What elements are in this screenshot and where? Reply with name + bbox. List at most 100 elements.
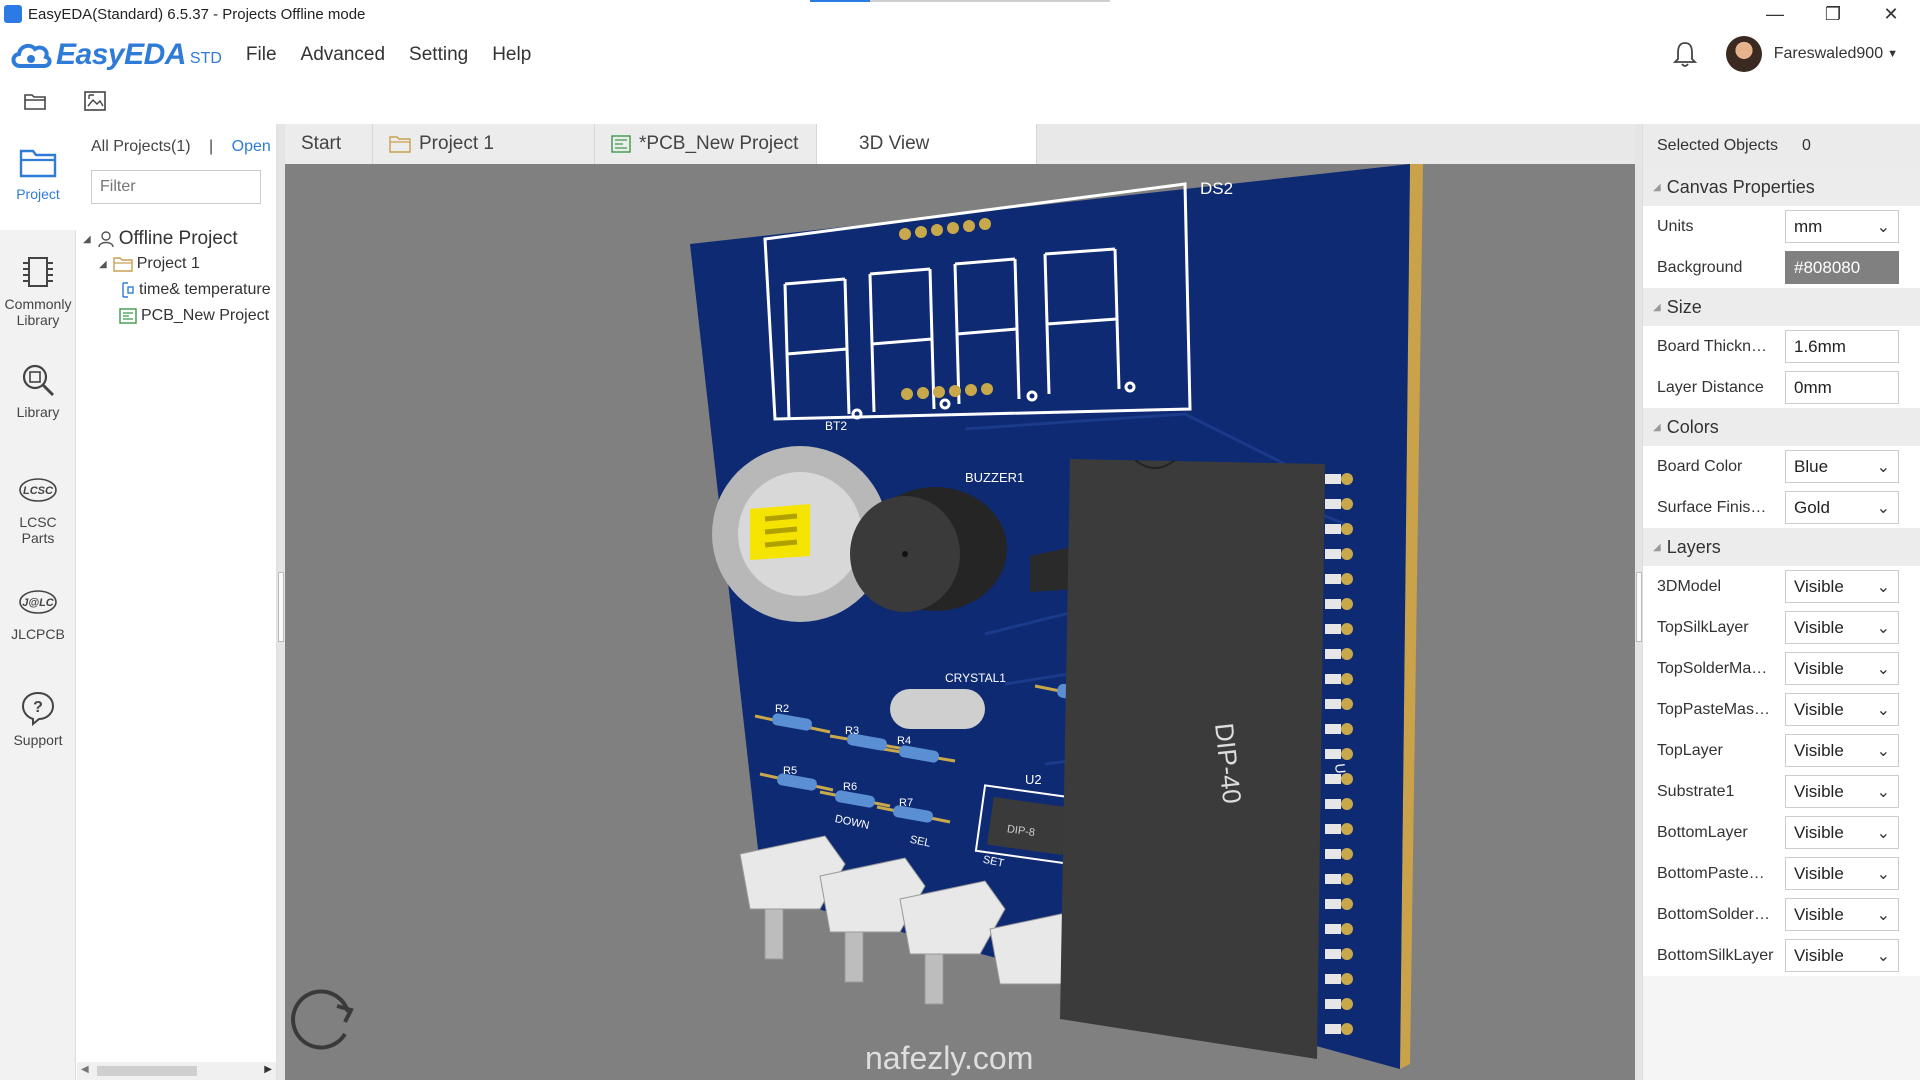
left-rail: Project Commonly Library Library LCSC LC… — [0, 124, 76, 1080]
image-export-icon[interactable] — [82, 88, 108, 114]
chevron-down-icon[interactable]: ⌄ — [1877, 659, 1890, 679]
jlc-mark: J@LC — [22, 597, 55, 609]
avatar[interactable] — [1725, 36, 1762, 72]
chevron-down-icon[interactable]: ⌄ — [1877, 823, 1890, 843]
property-select[interactable]: Visible ⌄ — [1785, 570, 1899, 603]
splitter-grip[interactable] — [278, 572, 284, 642]
reset-view-icon[interactable] — [291, 989, 354, 1050]
property-value: Visible — [1794, 740, 1844, 760]
tree-offline-project[interactable]: ◢ Offline Project — [83, 228, 275, 250]
chevron-down-icon[interactable]: ⌄ — [1877, 741, 1890, 761]
menu-bar: EasyEDA STD File Advanced Setting Help F… — [0, 30, 1920, 80]
collapse-caret-icon[interactable]: ◢ — [1653, 182, 1661, 193]
project-panel-scrollbar[interactable]: ◀ ▶ — [77, 1062, 276, 1080]
scroll-left-icon[interactable]: ◀ — [81, 1064, 89, 1075]
section-colors[interactable]: ◢ Colors — [1643, 408, 1920, 446]
property-select[interactable]: Visible ⌄ — [1785, 939, 1899, 972]
folder-icon — [18, 142, 58, 182]
close-button[interactable]: ✕ — [1862, 0, 1920, 28]
tab-3d-view[interactable]: 3D View — [817, 124, 1037, 164]
bell-icon[interactable] — [1672, 40, 1698, 68]
tab-start[interactable]: Start — [285, 124, 373, 164]
minimize-button[interactable]: — — [1746, 0, 1804, 28]
property-select[interactable]: mm ⌄ — [1785, 210, 1899, 243]
chevron-down-icon[interactable]: ▼ — [1887, 48, 1898, 60]
property-select[interactable]: Visible ⌄ — [1785, 611, 1899, 644]
menu-advanced[interactable]: Advanced — [301, 44, 386, 66]
filter-input[interactable] — [91, 170, 261, 204]
ic-u1-dip40[interactable] — [1060, 459, 1325, 1059]
open-folder-icon[interactable] — [22, 88, 48, 114]
property-select[interactable]: Visible ⌄ — [1785, 693, 1899, 726]
tree-offline-project-label: Offline Project — [118, 228, 238, 249]
property-label: BottomSilkLayer — [1657, 946, 1774, 964]
color-picker[interactable]: #808080 — [1785, 251, 1899, 284]
property-value: Visible — [1794, 576, 1844, 596]
rail-commonly-library[interactable]: Commonly Library — [0, 252, 76, 342]
property-select[interactable]: Visible ⌄ — [1785, 898, 1899, 931]
chevron-down-icon[interactable]: ⌄ — [1877, 577, 1890, 597]
property-row: BottomSilkLayer Visible ⌄ — [1643, 935, 1920, 976]
property-select[interactable]: Visible ⌄ — [1785, 857, 1899, 890]
left-splitter[interactable] — [277, 124, 285, 1080]
section-size[interactable]: ◢ Size — [1643, 288, 1920, 326]
rail-library[interactable]: Library — [0, 360, 76, 440]
property-value: Visible — [1794, 699, 1844, 719]
tree-project-1-label: Project 1 — [136, 255, 200, 272]
tab-project-1[interactable]: Project 1 — [373, 124, 595, 164]
property-value: Visible — [1794, 658, 1844, 678]
property-select[interactable]: Gold ⌄ — [1785, 491, 1899, 524]
rail-commonly-library-label: Commonly Library — [4, 296, 72, 328]
all-projects-tab[interactable]: All Projects(1) — [91, 138, 191, 155]
property-select[interactable]: Blue ⌄ — [1785, 450, 1899, 483]
tree-file-schematic[interactable]: time& temperature — [119, 281, 275, 299]
tree-project-1[interactable]: ◢ Project 1 — [99, 255, 275, 273]
collapse-caret-icon[interactable]: ◢ — [1653, 302, 1661, 313]
property-select[interactable]: Visible ⌄ — [1785, 652, 1899, 685]
watermark: nafezly.com — [865, 1040, 1033, 1076]
rail-project[interactable]: Project — [0, 124, 76, 230]
rail-support[interactable]: ? Support — [0, 688, 76, 768]
chevron-down-icon[interactable]: ⌄ — [1877, 905, 1890, 925]
open-projects-tab[interactable]: Open — [232, 138, 271, 155]
section-layers[interactable]: ◢ Layers — [1643, 528, 1920, 566]
property-input[interactable]: 1.6mm — [1785, 330, 1899, 363]
tab-pcb-new-project[interactable]: *PCB_New Project — [595, 124, 817, 164]
rail-lcsc-parts[interactable]: LCSC LCSC Parts — [0, 470, 76, 556]
property-value: 0mm — [1794, 377, 1832, 397]
property-value: Visible — [1794, 617, 1844, 637]
collapse-caret-icon[interactable]: ◢ — [1653, 542, 1661, 553]
tree-file-pcb[interactable]: PCB_New Project — [119, 307, 275, 325]
property-label: Layer Distance — [1657, 378, 1764, 396]
property-select[interactable]: Visible ⌄ — [1785, 816, 1899, 849]
chevron-down-icon[interactable]: ⌄ — [1877, 217, 1890, 237]
logo-edition: STD — [189, 50, 222, 67]
menu-file[interactable]: File — [246, 44, 277, 66]
username[interactable]: Fareswaled900 — [1774, 45, 1883, 63]
pcb-3d-render[interactable]: DS2 BT2 BUZZER1 CRYSTAL1 R2 R3 R4 R5 R6 … — [285, 164, 1635, 1080]
property-label: Surface Finis… — [1657, 498, 1767, 516]
scroll-right-icon[interactable]: ▶ — [264, 1064, 272, 1075]
chevron-down-icon[interactable]: ⌄ — [1877, 700, 1890, 720]
chevron-down-icon[interactable]: ⌄ — [1877, 498, 1890, 518]
collapse-caret-icon[interactable]: ◢ — [1653, 422, 1661, 433]
menu-help[interactable]: Help — [492, 44, 531, 66]
property-label: BottomLayer — [1657, 823, 1748, 841]
rail-jlcpcb[interactable]: J@LC JLCPCB — [0, 582, 76, 652]
chevron-down-icon[interactable]: ⌄ — [1877, 946, 1890, 966]
property-select[interactable]: Visible ⌄ — [1785, 734, 1899, 767]
chevron-down-icon[interactable]: ⌄ — [1877, 457, 1890, 477]
menu-setting[interactable]: Setting — [409, 44, 468, 66]
3d-canvas[interactable]: DS2 BT2 BUZZER1 CRYSTAL1 R2 R3 R4 R5 R6 … — [285, 164, 1635, 1080]
chevron-down-icon[interactable]: ⌄ — [1877, 618, 1890, 638]
property-input[interactable]: 0mm — [1785, 371, 1899, 404]
section-canvas-properties[interactable]: ◢ Canvas Properties — [1643, 168, 1920, 206]
expand-caret-icon[interactable]: ◢ — [99, 259, 107, 270]
chevron-down-icon[interactable]: ⌄ — [1877, 864, 1890, 884]
chevron-down-icon[interactable]: ⌄ — [1877, 782, 1890, 802]
restore-button[interactable]: ❐ — [1804, 0, 1862, 28]
property-label: TopLayer — [1657, 741, 1723, 759]
expand-caret-icon[interactable]: ◢ — [83, 234, 91, 245]
property-select[interactable]: Visible ⌄ — [1785, 775, 1899, 808]
scrollbar-thumb[interactable] — [97, 1066, 197, 1076]
